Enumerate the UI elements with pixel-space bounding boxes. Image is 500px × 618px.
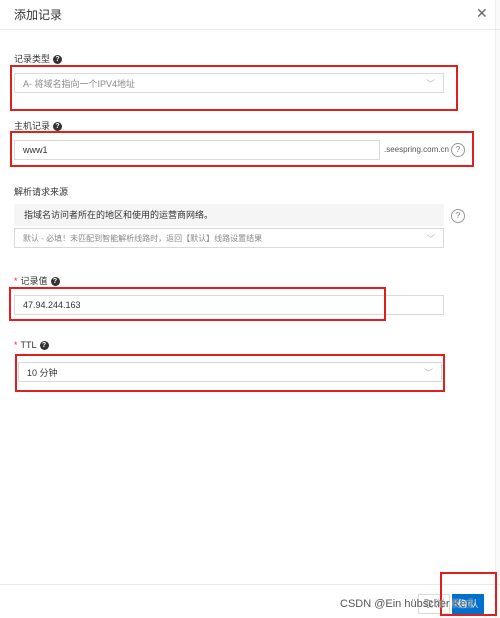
ttl-label-row: * TTL? [14, 340, 49, 351]
help-icon[interactable]: ? [53, 55, 63, 65]
chevron-down-icon: ﹀ [423, 368, 433, 378]
resolve-source-tooltip: 指域名访问者所在的地区和使用的运营商网络。 [14, 204, 444, 226]
help-icon[interactable]: ? [39, 341, 49, 351]
record-value-label: 记录值 [20, 276, 48, 286]
dialog-title: 添加记录 [14, 8, 63, 22]
footer-divider [0, 584, 500, 585]
host-record-value: www1 [23, 145, 48, 155]
scrollbar-track[interactable] [495, 0, 500, 618]
resolve-source-label: 解析请求来源 [14, 187, 69, 197]
highlight-box-record-value [9, 287, 386, 321]
chevron-down-icon: ﹀ [425, 79, 435, 89]
required-mark: * [14, 276, 18, 286]
help-icon[interactable]: ? [451, 143, 465, 157]
help-icon[interactable]: ? [53, 122, 63, 132]
help-icon[interactable]: ? [451, 209, 465, 223]
header-divider [0, 29, 500, 30]
resolve-source-select[interactable]: 默认 - 必填！未匹配到智能解析线路时，返回【默认】线路设置结果 ﹀ [14, 228, 444, 248]
ttl-select[interactable]: 10 分钟 ﹀ [18, 362, 442, 382]
domain-suffix: .seespring.com.cn [384, 145, 449, 154]
record-value-label-row: * 记录值? [14, 274, 60, 287]
host-record-input[interactable]: www1 [14, 140, 380, 160]
host-record-label: 主机记录 [14, 121, 51, 131]
record-type-select[interactable]: A- 将域名指向一个IPV4地址 ﹀ [14, 73, 444, 93]
close-icon[interactable]: ✕ [476, 5, 488, 22]
required-mark: * [14, 340, 18, 350]
chevron-down-icon: ﹀ [425, 234, 435, 244]
ttl-label: TTL [20, 340, 37, 350]
ttl-value: 10 分钟 [27, 368, 58, 378]
record-type-label-row: 记录类型? [14, 52, 63, 65]
record-type-value: A- 将域名指向一个IPV4地址 [23, 79, 136, 89]
help-icon[interactable]: ? [50, 277, 60, 287]
record-type-label: 记录类型 [14, 54, 51, 64]
watermark: CSDN @Ein hübscher Kerl [340, 598, 473, 610]
resolve-source-value: 默认 - 必填！未匹配到智能解析线路时，返回【默认】线路设置结果 [23, 234, 263, 243]
